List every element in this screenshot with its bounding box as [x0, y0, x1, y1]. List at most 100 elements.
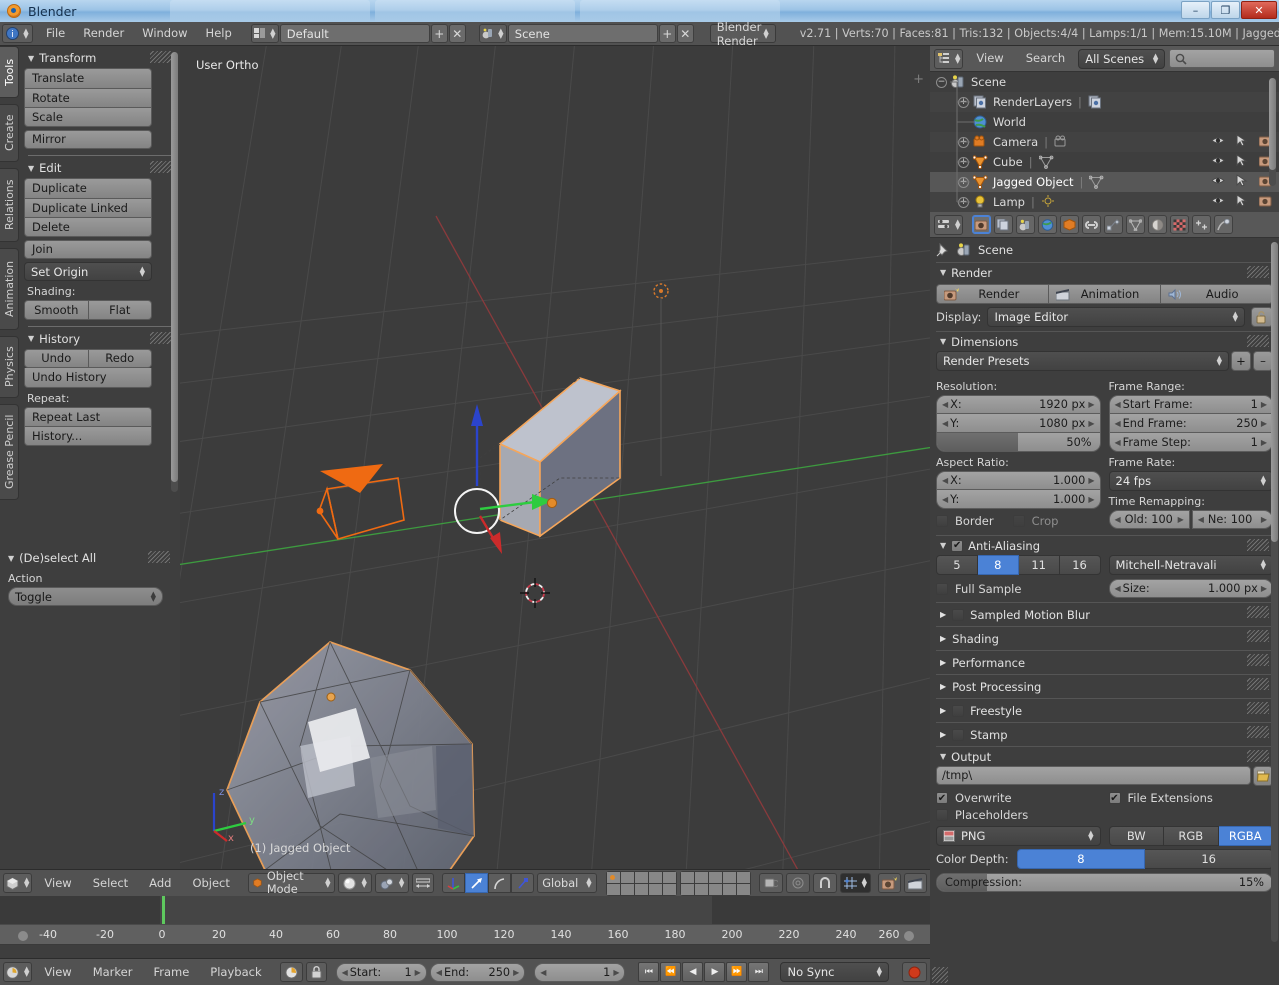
camera-data-icon[interactable]	[1054, 135, 1069, 149]
decrement-arrow-icon[interactable]: ◀	[942, 476, 948, 485]
layer-cell[interactable]	[606, 883, 620, 895]
eye-icon[interactable]	[1211, 195, 1225, 206]
browse-output-folder-button[interactable]	[1253, 766, 1273, 786]
timeline-menu-frame[interactable]: Frame	[144, 963, 198, 982]
full-sample-checkbox[interactable]	[936, 582, 948, 595]
decrement-arrow-icon[interactable]: ◀	[942, 400, 948, 409]
layer-cell[interactable]	[694, 883, 708, 895]
action-select[interactable]: Toggle ▲ ▼	[8, 587, 163, 606]
mesh-data-icon[interactable]	[1038, 155, 1054, 169]
increment-arrow-icon[interactable]: ▶	[1088, 495, 1094, 504]
outliner-row-jagged-object[interactable]: + Jagged Object |	[930, 172, 1279, 192]
layer-cell[interactable]	[722, 883, 736, 895]
output-path-input[interactable]: /tmp\	[936, 766, 1251, 785]
tab-modifiers[interactable]	[1104, 215, 1124, 234]
increment-arrow-icon[interactable]: ▶	[613, 968, 619, 977]
proportional-edit-toggle[interactable]	[412, 873, 435, 893]
decrement-arrow-icon[interactable]: ◀	[1198, 515, 1204, 524]
decrement-arrow-icon[interactable]: ◀	[1115, 515, 1121, 524]
increment-arrow-icon[interactable]: ▶	[415, 968, 421, 977]
properties-editor[interactable]: ▲ ▼ Scene ▼ Render Render Animation Audi…	[930, 212, 1279, 985]
transform-orientation-select[interactable]: Global ▲ ▼	[537, 873, 597, 893]
increment-arrow-icon[interactable]: ▶	[1178, 515, 1184, 524]
menu-file[interactable]: File	[37, 24, 74, 43]
flat-button[interactable]: Flat	[88, 300, 152, 320]
manipulator-rotate-toggle[interactable]	[465, 873, 489, 893]
tab-relations[interactable]: Relations	[0, 168, 19, 242]
outliner-menu-view[interactable]: View	[967, 49, 1012, 68]
expand-expander-icon[interactable]: +	[958, 156, 969, 168]
layer-cell[interactable]	[620, 883, 634, 895]
layer-cell[interactable]	[680, 871, 694, 883]
remove-preset-button[interactable]: –	[1253, 351, 1273, 371]
decrement-arrow-icon[interactable]: ◀	[942, 495, 948, 504]
viewport-toolbar-toggle-icon[interactable]: +	[913, 72, 924, 87]
audio-button[interactable]: Audio	[1161, 284, 1274, 304]
mesh-data-icon[interactable]	[1089, 175, 1104, 189]
layer-cell[interactable]	[694, 871, 708, 883]
increment-arrow-icon[interactable]: ▶	[1261, 515, 1267, 524]
increment-arrow-icon[interactable]: ▶	[1088, 476, 1094, 485]
pin-icon[interactable]	[936, 243, 951, 257]
outliner-tree[interactable]: − Scene + RenderLayers | World + Camera …	[930, 72, 1279, 212]
expand-expander-icon[interactable]: +	[958, 136, 969, 148]
duplicate-button[interactable]: Duplicate	[24, 178, 152, 198]
lock-camera-to-view-toggle[interactable]	[758, 873, 783, 893]
add-scene-button[interactable]: +	[658, 24, 676, 43]
duplicate-linked-button[interactable]: Duplicate Linked	[24, 197, 152, 217]
panel-header-performance[interactable]: ▶ Performance	[936, 650, 1273, 674]
menu-render[interactable]: Render	[74, 24, 133, 43]
outliner-row-camera[interactable]: + Camera |	[930, 132, 1279, 152]
aa-samples-5-button[interactable]: 5	[936, 555, 978, 575]
editor-type-info-icon[interactable]: i ▲ ▼	[2, 24, 33, 43]
timeline-menu-marker[interactable]: Marker	[84, 963, 142, 982]
panel-header-sampled-motion-blur[interactable]: ▶ Sampled Motion Blur	[936, 602, 1273, 626]
layer-cell[interactable]	[620, 871, 634, 883]
freestyle-checkbox[interactable]	[952, 704, 965, 717]
editor-type-outliner-icon[interactable]: ▲ ▼	[934, 48, 964, 69]
panel-header-edit[interactable]: ▼ Edit	[24, 158, 176, 178]
layer-cell[interactable]	[648, 883, 662, 895]
tab-particles[interactable]	[1192, 215, 1212, 234]
render-engine-select[interactable]: Blender Render ▲ ▼	[709, 20, 776, 48]
collapse-expander-icon[interactable]: −	[936, 76, 947, 88]
tab-physics[interactable]: Physics	[0, 336, 19, 398]
render-animation-button[interactable]	[904, 873, 927, 893]
frame-step-field[interactable]: ◀ Frame Step: 1 ▶	[1108, 433, 1273, 452]
add-preset-button[interactable]: +	[1231, 351, 1251, 371]
panel-header-post-processing[interactable]: ▶ Post Processing	[936, 674, 1273, 698]
panel-header-output[interactable]: ▼ Output	[936, 746, 1273, 766]
color-mode-rgb-button[interactable]: RGB	[1164, 826, 1219, 846]
interaction-mode-select[interactable]: Object Mode ▲ ▼	[247, 870, 336, 896]
tab-material[interactable]	[1148, 215, 1168, 234]
panel-header-deselect-all[interactable]: ▼ (De)select All	[6, 548, 174, 568]
layer-cell[interactable]	[634, 871, 648, 883]
outliner-scrollbar[interactable]	[1269, 78, 1276, 186]
scene-browse-icon[interactable]: ▲ ▼	[478, 24, 507, 43]
display-mode-select[interactable]: Image Editor ▲ ▼	[987, 307, 1245, 327]
end-frame-field[interactable]: ◀ End: 250 ▶	[429, 962, 526, 982]
panel-header-history[interactable]: ▼ History	[24, 329, 176, 349]
resolution-y-field[interactable]: ◀ Y: 1080 px ▶	[936, 414, 1101, 433]
panel-header-render[interactable]: ▼ Render	[936, 262, 1273, 282]
aa-samples-16-button[interactable]: 16	[1059, 555, 1101, 575]
rotate-button[interactable]: Rotate	[24, 87, 152, 107]
scene-layers-group-1[interactable]	[605, 870, 677, 896]
jump-to-end-button[interactable]: ⏭	[748, 962, 770, 982]
decrement-arrow-icon[interactable]: ◀	[1115, 400, 1121, 409]
viewport-menu-view[interactable]: View	[35, 874, 80, 893]
timeline-menu-view[interactable]: View	[35, 963, 80, 982]
editor-type-3dview-icon[interactable]: ▲ ▼	[3, 873, 33, 893]
color-depth-16-button[interactable]: 16	[1145, 849, 1273, 869]
layer-cell[interactable]	[680, 883, 694, 895]
panel-header-shading[interactable]: ▶ Shading	[936, 626, 1273, 650]
expand-expander-icon[interactable]: +	[958, 96, 969, 108]
render-presets-select[interactable]: Render Presets ▲ ▼	[936, 351, 1229, 371]
tab-constraints[interactable]	[1082, 215, 1102, 234]
layer-cell[interactable]	[648, 871, 662, 883]
decrement-arrow-icon[interactable]: ◀	[342, 968, 348, 977]
smooth-button[interactable]: Smooth	[24, 300, 89, 320]
time-remap-old-field[interactable]: ◀ Old: 100 ▶	[1108, 510, 1190, 529]
increment-arrow-icon[interactable]: ▶	[1261, 419, 1267, 428]
redo-button[interactable]: Redo	[88, 348, 152, 368]
